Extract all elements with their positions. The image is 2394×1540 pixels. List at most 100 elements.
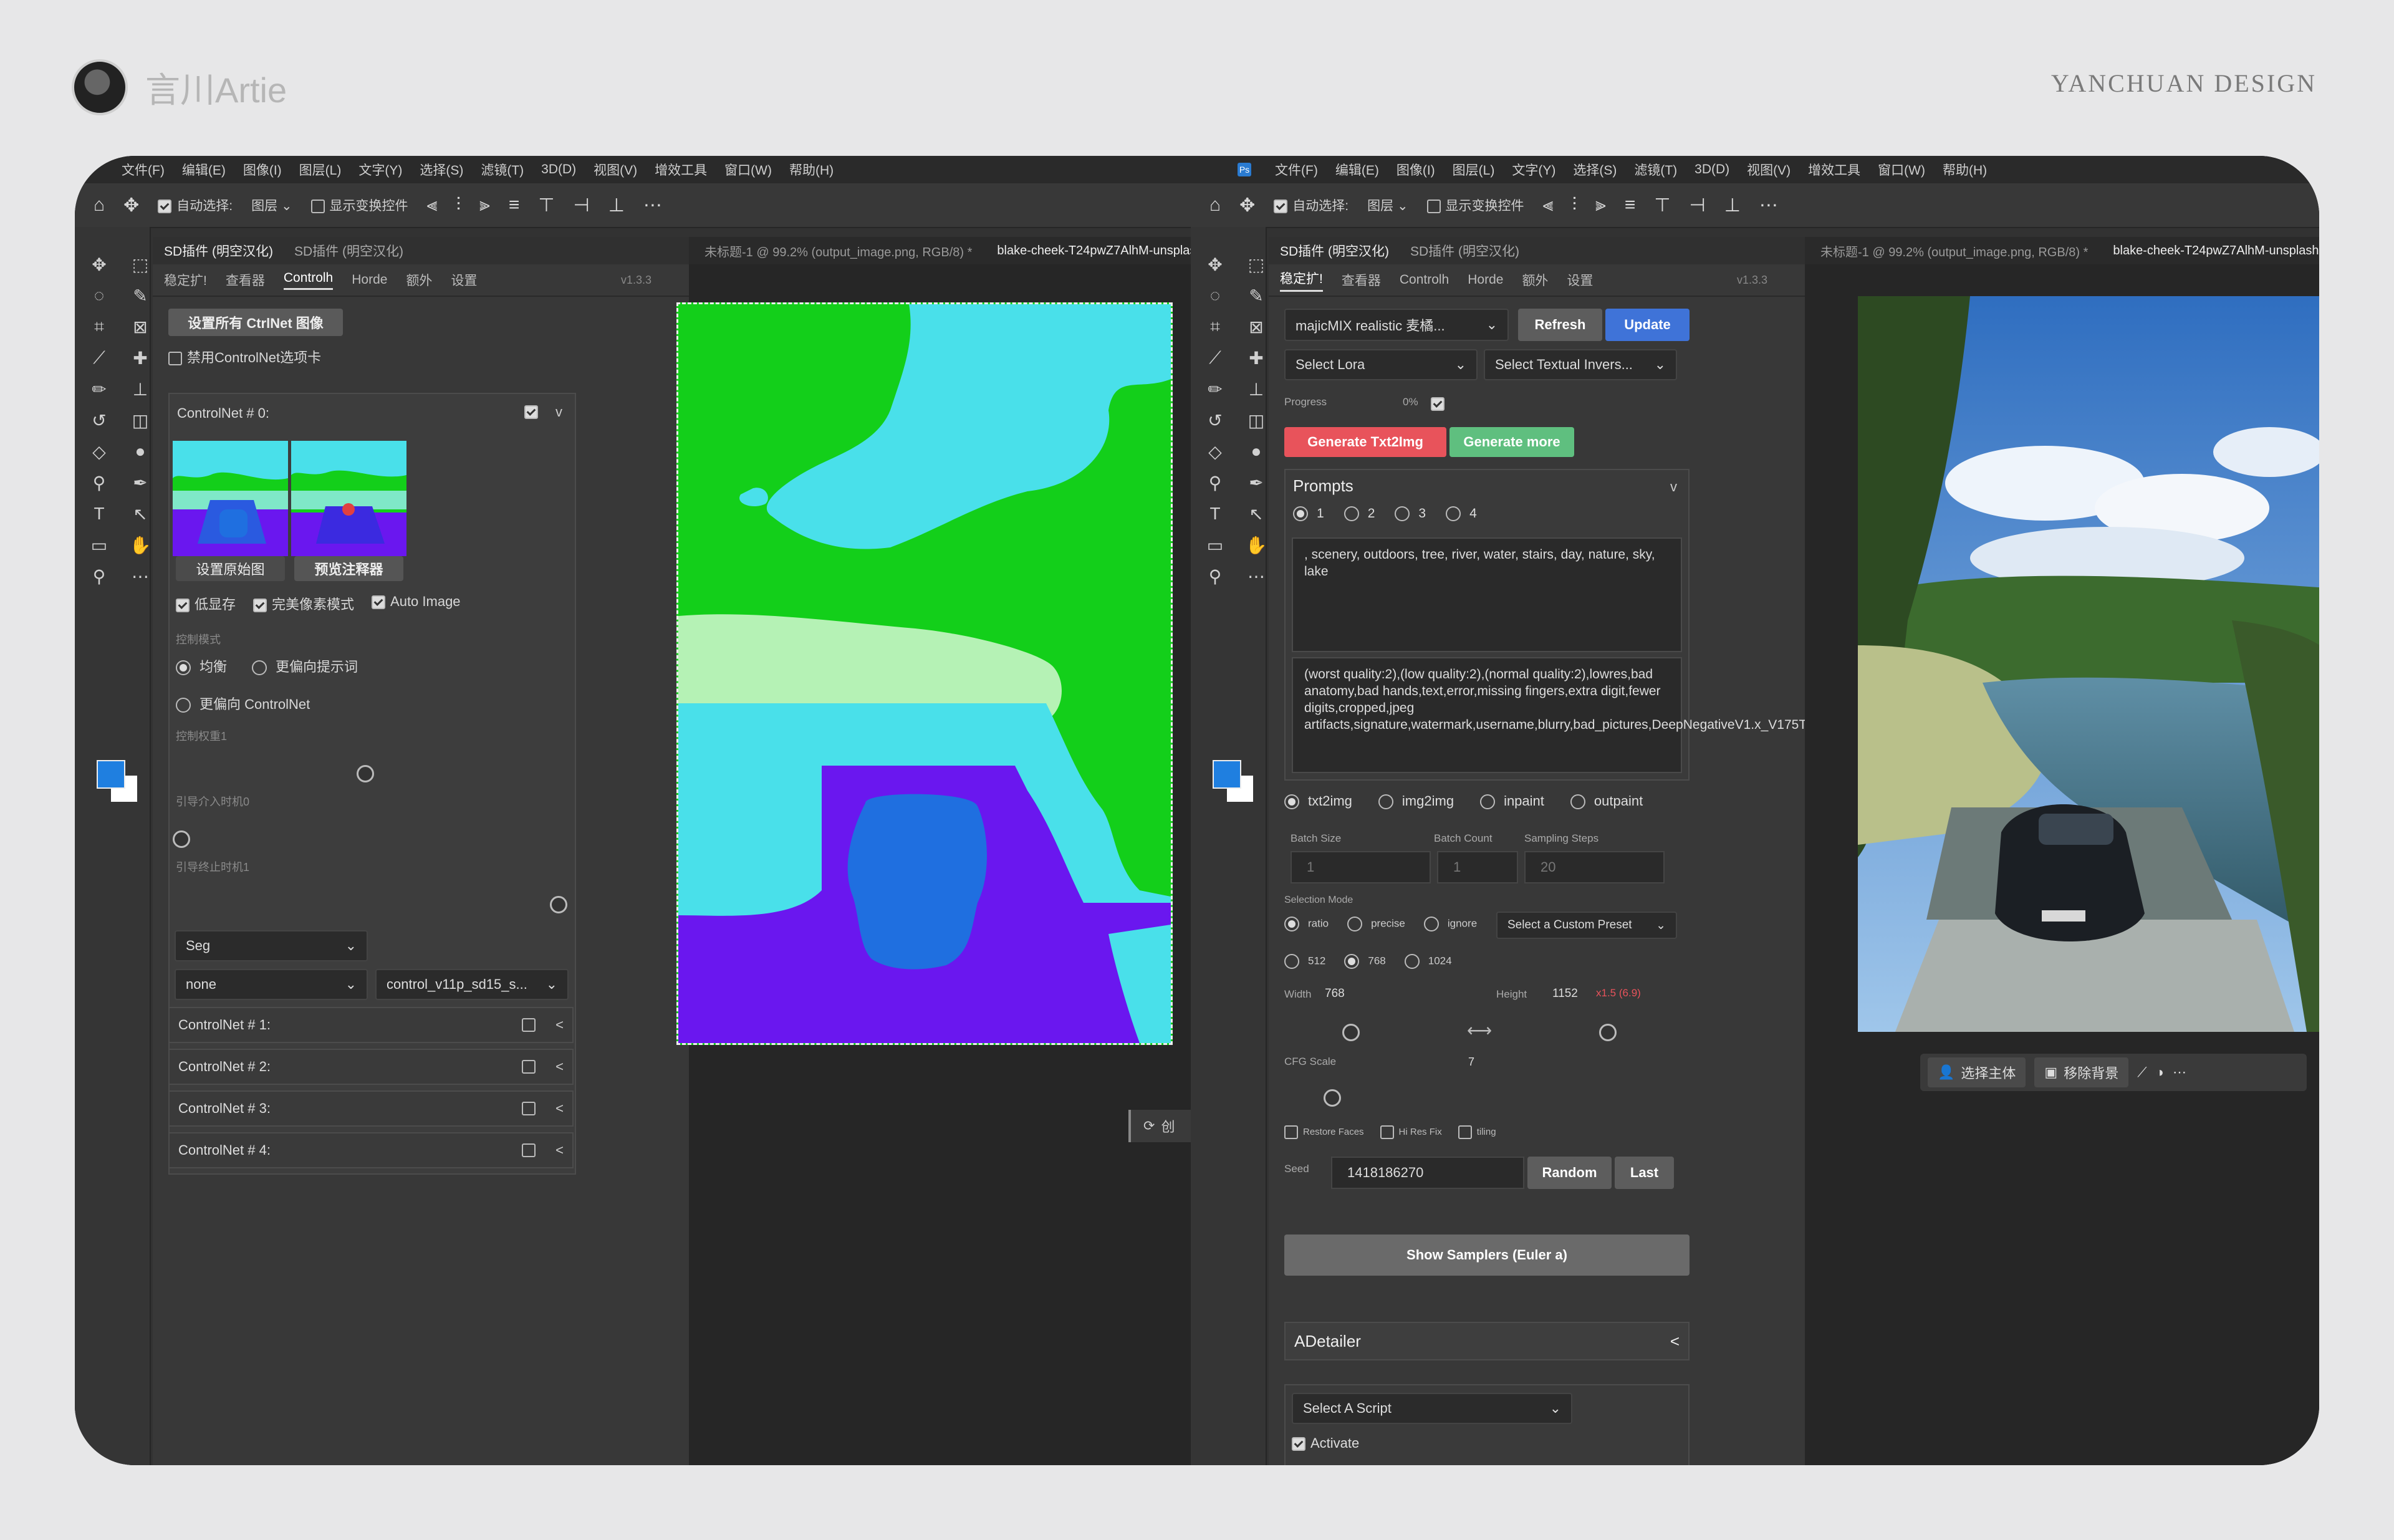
positive-prompt-textarea[interactable]: , scenery, outdoors, tree, river, water,…	[1292, 537, 1682, 652]
menu-filter[interactable]: 滤镜(T)	[481, 160, 524, 179]
eraser-icon[interactable]: ◫	[125, 408, 155, 433]
chevron-left-icon[interactable]: <	[1670, 1332, 1680, 1351]
generate-more-button[interactable]: Generate more	[1449, 427, 1574, 457]
hand-icon[interactable]: ✋	[125, 532, 155, 557]
set-original-image-button[interactable]: 设置原始图	[176, 556, 285, 581]
tiling-toggle[interactable]: tiling	[1458, 1125, 1496, 1139]
start-slider[interactable]	[173, 830, 190, 848]
align-left-icon[interactable]: ⫷	[427, 195, 438, 216]
subtab-horde[interactable]: Horde	[352, 272, 387, 287]
align-right-icon[interactable]: ⫸	[1595, 195, 1606, 216]
align-bottom-icon[interactable]: ⊥	[1724, 195, 1741, 216]
menu-window[interactable]: 窗口(W)	[724, 160, 772, 179]
hand-icon[interactable]: ✋	[1241, 532, 1271, 557]
update-button[interactable]: Update	[1605, 309, 1690, 341]
more-tools-icon[interactable]: ⋯	[125, 564, 155, 589]
brush-icon[interactable]: ✏	[84, 377, 114, 402]
show-samplers-button[interactable]: Show Samplers (Euler a)	[1284, 1234, 1690, 1276]
quick-select-icon[interactable]: ✎	[125, 283, 155, 308]
align-top-icon[interactable]: ⊤	[1654, 195, 1670, 216]
sel-precise-radio[interactable]: precise	[1347, 917, 1405, 931]
chevron-left-icon[interactable]: <	[555, 1017, 564, 1033]
preprocessor-select[interactable]: Seg ⌄	[175, 930, 368, 961]
subtab-settings[interactable]: 设置	[1567, 271, 1593, 289]
subtab-horde[interactable]: Horde	[1468, 272, 1503, 287]
doc-tab-output[interactable]: 未标题-1 @ 99.2% (output_image.png, RGB/8) …	[704, 242, 972, 260]
menu-file[interactable]: 文件(F)	[1275, 160, 1318, 179]
restore-faces-toggle[interactable]: Restore Faces	[1284, 1125, 1364, 1139]
align-center-icon[interactable]: ⫶	[456, 195, 461, 216]
zoom-icon[interactable]: ⚲	[84, 564, 114, 589]
menu-layer[interactable]: 图层(L)	[1453, 160, 1495, 179]
doc-tab-unsplash[interactable]: blake-cheek-T24pwZ7AlhM-unsplash	[2113, 244, 2319, 258]
foreground-color-swatch[interactable]	[97, 760, 125, 789]
controlnet-3-enable[interactable]	[522, 1102, 536, 1115]
controlnet-1-row[interactable]: ControlNet # 1: <	[168, 1007, 574, 1043]
lasso-icon[interactable]: ◌	[84, 283, 114, 308]
original-image-thumb[interactable]	[173, 441, 288, 556]
subtab-extra[interactable]: 额外	[1522, 271, 1548, 289]
shape-icon[interactable]: ▭	[84, 532, 114, 557]
type-icon[interactable]: T	[84, 501, 114, 526]
set-all-controlnet-button[interactable]: 设置所有 CtrlNet 图像	[168, 309, 343, 336]
align-middle-icon[interactable]: ⊣	[574, 195, 590, 216]
model-select[interactable]: majicMIX realistic 麦橘... ⌄	[1284, 309, 1509, 341]
chevron-left-icon[interactable]: <	[555, 1059, 564, 1075]
align-right-icon[interactable]: ⫸	[479, 195, 490, 216]
eraser-icon[interactable]: ◫	[1241, 408, 1271, 433]
link-aspect-icon[interactable]: ⟷	[1467, 1020, 1492, 1041]
refresh-button[interactable]: Refresh	[1518, 309, 1602, 341]
panel-tab-sd[interactable]: SD插件 (明空汉化)	[1280, 241, 1389, 260]
type-icon[interactable]: T	[1200, 501, 1230, 526]
controlnet-3-row[interactable]: ControlNet # 3: <	[168, 1090, 574, 1127]
adjust-icon[interactable]: ◑	[2156, 1064, 2164, 1080]
move-icon[interactable]: ✥	[84, 252, 114, 277]
align-center-icon[interactable]: ⫶	[1572, 195, 1577, 216]
frame-icon[interactable]: ⊠	[125, 314, 155, 339]
disable-controlnet-tab[interactable]: 禁用ControlNet选项卡	[168, 347, 321, 367]
mode-prompt-radio[interactable]: 更偏向提示词	[252, 656, 358, 676]
prompt-tab-2[interactable]: 2	[1344, 506, 1375, 522]
menu-select[interactable]: 选择(S)	[420, 160, 463, 179]
generate-txt2img-button[interactable]: Generate Txt2Img	[1284, 427, 1446, 457]
size-512-radio[interactable]: 512	[1284, 954, 1325, 969]
controlnet-2-enable[interactable]	[522, 1060, 536, 1074]
auto-select-toggle[interactable]: 自动选择:	[158, 196, 233, 214]
progress-toggle[interactable]	[1431, 397, 1445, 411]
more-icon[interactable]: ⋯	[643, 195, 662, 216]
stamp-icon[interactable]: ⊥	[125, 377, 155, 402]
cfg-scale-slider[interactable]	[1324, 1089, 1341, 1107]
crop-icon[interactable]: ⌗	[84, 314, 114, 339]
end-slider[interactable]	[550, 896, 567, 913]
menu-image[interactable]: 图像(I)	[1396, 160, 1435, 179]
show-transform-toggle[interactable]: 显示变换控件	[1426, 196, 1524, 214]
hires-fix-toggle[interactable]: Hi Res Fix	[1380, 1125, 1442, 1139]
last-seed-button[interactable]: Last	[1615, 1157, 1674, 1189]
doc-tab-output[interactable]: 未标题-1 @ 99.2% (output_image.png, RGB/8) …	[1820, 242, 2088, 260]
menu-edit[interactable]: 编辑(E)	[182, 160, 226, 179]
menu-layer[interactable]: 图层(L)	[299, 160, 342, 179]
custom-preset-select[interactable]: Select a Custom Preset ⌄	[1496, 912, 1677, 939]
script-select[interactable]: Select A Script ⌄	[1292, 1393, 1572, 1424]
align-middle-icon[interactable]: ⊣	[1690, 195, 1706, 216]
frame-icon[interactable]: ⊠	[1241, 314, 1271, 339]
eyedropper-icon[interactable]: ⟋	[84, 345, 114, 370]
layer-dropdown[interactable]: 图层 ⌄	[1367, 196, 1408, 214]
blur-icon[interactable]: ●	[1241, 439, 1271, 464]
lora-select[interactable]: Select Lora ⌄	[1284, 349, 1478, 380]
prompt-tab-4[interactable]: 4	[1446, 506, 1477, 522]
size-1024-radio[interactable]: 1024	[1404, 954, 1452, 969]
menu-select[interactable]: 选择(S)	[1573, 160, 1617, 179]
height-slider[interactable]	[1599, 1024, 1617, 1041]
bucket-icon[interactable]: ◇	[1200, 439, 1230, 464]
mode-outpaint-radio[interactable]: outpaint	[1570, 793, 1643, 810]
move-tool-icon[interactable]: ✥	[1239, 195, 1255, 216]
pen-icon[interactable]: ✒	[1241, 470, 1271, 495]
mode-controlnet-radio[interactable]: 更偏向 ControlNet	[176, 693, 310, 713]
controlnet-0-enable[interactable]	[524, 405, 538, 419]
random-seed-button[interactable]: Random	[1527, 1157, 1612, 1189]
subtab-controlnet[interactable]: Controlh	[1400, 272, 1449, 287]
show-transform-toggle[interactable]: 显示变换控件	[310, 196, 408, 214]
doc-tab-unsplash[interactable]: blake-cheek-T24pwZ7AlhM-unsplas	[997, 244, 1196, 258]
distribute-icon[interactable]: ≡	[509, 195, 520, 216]
